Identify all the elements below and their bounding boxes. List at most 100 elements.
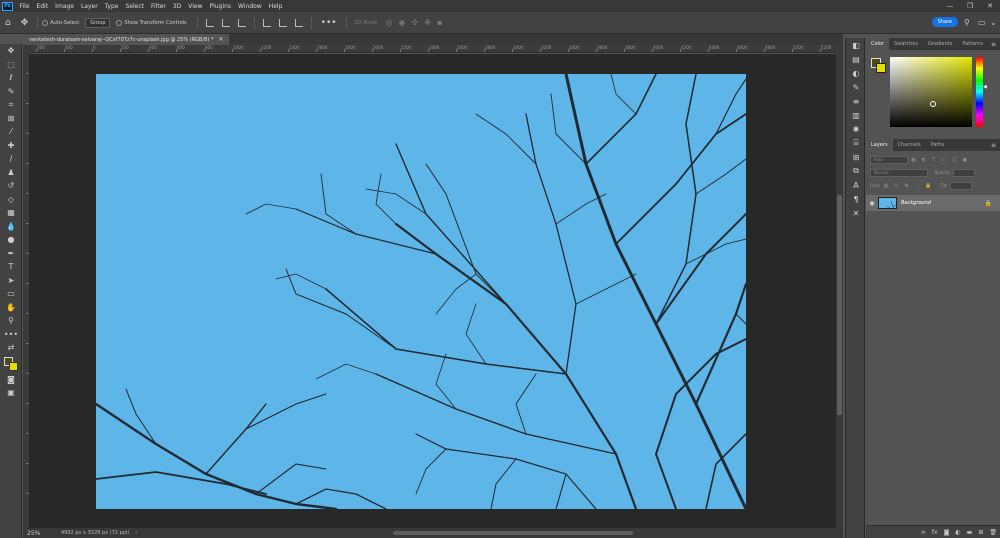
paths-icon[interactable]: ▥ [846,108,866,122]
add-mask-icon[interactable]: ◙ [944,529,950,536]
auto-select-checkbox[interactable] [42,19,49,26]
adjustments-icon[interactable]: ◐ [846,66,866,80]
lock-transparent-icon[interactable]: ▦ [883,183,888,189]
swap-colors-icon[interactable]: ⇄ [0,341,22,355]
healing-brush-tool-icon[interactable]: ✚ [0,139,22,153]
tab-paths[interactable]: Paths [926,139,950,151]
3d-scale-icon[interactable]: ▪ [437,18,442,27]
align-vertical-center-icon[interactable] [221,18,230,27]
opacity-input[interactable] [953,168,976,177]
clone-stamp-tool-icon[interactable]: ♟ [0,166,22,180]
lock-icon[interactable]: 🔒 [985,200,992,207]
horizontal-ruler[interactable]: 500 400 0 200 400 600 800 1000 1200 1400 1600 1800 2… [30,45,836,53]
delete-layer-icon[interactable]: 🗑 [989,529,997,536]
info-icon[interactable]: ⊞ [846,150,866,164]
path-selection-tool-icon[interactable]: ➤ [0,274,22,288]
crop-tool-icon[interactable]: ⌗ [0,98,22,112]
close-button[interactable]: ✕ [980,0,1000,12]
show-transform-checkbox[interactable] [116,19,123,26]
more-options-icon[interactable]: ••• [321,18,337,28]
tab-gradients[interactable]: Gradients [923,38,957,50]
menu-filter[interactable]: Filter [148,3,170,10]
menu-help[interactable]: Help [265,3,286,10]
type-tool-icon[interactable]: T [0,260,22,274]
lock-image-icon[interactable]: ✎ [894,183,898,189]
document-tab[interactable]: venkatesh-duraisam-selvaraj--QCxf70Tz7c-… [23,34,230,45]
hue-slider[interactable] [976,57,983,127]
channels-icon[interactable]: ⧉ [846,164,866,178]
menu-file[interactable]: File [16,3,33,10]
color-swatches[interactable] [0,355,22,373]
libraries-icon[interactable]: ⌸ [846,136,866,150]
zoom-level[interactable]: 25% [23,530,53,537]
new-layer-icon[interactable]: ⊞ [978,529,983,536]
filter-shape-icon[interactable]: ▭ [941,157,946,163]
eraser-tool-icon[interactable]: ◇ [0,193,22,207]
vertical-ruler[interactable] [23,53,30,528]
more-tools-icon[interactable]: ••• [0,328,22,342]
home-icon[interactable]: ⌂ [5,18,11,28]
background-color-swatch[interactable] [876,63,886,73]
align-right-icon[interactable] [294,18,303,27]
menu-window[interactable]: Window [235,3,266,10]
hue-slider-handle-icon[interactable]: ◀ [983,84,987,90]
menu-plugins[interactable]: Plugins [206,3,235,10]
search-icon[interactable]: ⚲ [964,18,970,27]
horizontal-scrollbar-thumb[interactable] [393,531,633,535]
blend-mode-dropdown[interactable]: Normal [870,168,928,177]
menu-type[interactable]: Type [101,3,122,10]
vertical-scrollbar-thumb[interactable] [837,195,842,415]
tab-channels[interactable]: Channels [893,139,926,151]
layer-filter-kind[interactable]: Kind [870,155,908,164]
tab-layers[interactable]: Layers [866,139,893,151]
fill-input[interactable] [950,181,973,190]
filter-pixel-icon[interactable]: ▣ [911,157,916,163]
restore-button[interactable]: ❐ [960,0,980,12]
history-icon[interactable]: ◧ [846,38,866,52]
ruler-origin[interactable] [23,45,30,53]
3d-roll-icon[interactable]: ◉ [399,18,406,27]
lock-position-icon[interactable]: ✥ [904,183,908,189]
3d-pan-icon[interactable]: ✣ [412,18,419,27]
tool-presets-icon[interactable]: ≡ [846,94,866,108]
properties-icon[interactable]: ✱ [846,122,866,136]
filter-toggle-icon[interactable]: ● [963,157,967,163]
layer-background[interactable]: ◉ Background 🔒 [866,195,1000,211]
align-bottom-icon[interactable] [237,18,246,27]
document-canvas[interactable] [96,74,746,509]
tab-color[interactable]: Color [866,38,890,50]
brush-tool-icon[interactable]: ∕ [0,152,22,166]
gradient-tool-icon[interactable]: ▦ [0,206,22,220]
menu-select[interactable]: Select [122,3,148,10]
close-tab-icon[interactable]: ✕ [218,36,223,43]
move-tool-icon[interactable]: ✥ [0,44,22,58]
layer-style-icon[interactable]: fx [932,529,938,536]
comments-icon[interactable]: ▤ [846,52,866,66]
link-layers-icon[interactable]: ∞ [921,529,926,536]
vertical-scrollbar[interactable] [836,45,843,528]
minimize-button[interactable]: — [940,0,960,12]
menu-edit[interactable]: Edit [33,3,52,10]
tab-swatches[interactable]: Swatches [889,38,923,50]
zoom-tool-icon[interactable]: ⚲ [0,314,22,328]
menu-image[interactable]: Image [52,3,78,10]
filter-type-icon[interactable]: T [932,157,935,163]
new-adjustment-layer-icon[interactable]: ◐ [955,529,960,536]
dodge-tool-icon[interactable]: ● [0,233,22,247]
3d-slide-icon[interactable]: ✥ [424,18,431,27]
menu-layer[interactable]: Layer [77,3,101,10]
paragraph-icon[interactable]: ¶ [846,192,866,206]
move-tool-icon[interactable]: ✥ [21,18,29,28]
eyedropper-tool-icon[interactable]: ⁄ [0,125,22,139]
align-top-icon[interactable] [205,18,214,27]
filter-adjustment-icon[interactable]: ◐ [922,157,926,163]
filter-smart-object-icon[interactable]: ◫ [952,157,957,163]
status-menu-icon[interactable]: › [135,530,137,536]
lasso-tool-icon[interactable]: ℓ [0,71,22,85]
layer-name[interactable]: Background [901,200,931,206]
saturation-brightness-field[interactable] [890,57,972,127]
canvas-pasteboard[interactable] [30,54,836,528]
auto-select-target-dropdown[interactable]: Group [85,17,111,28]
lock-artboard-icon[interactable]: ⬚ [915,183,920,189]
lock-all-icon[interactable]: 🔒 [925,183,931,189]
